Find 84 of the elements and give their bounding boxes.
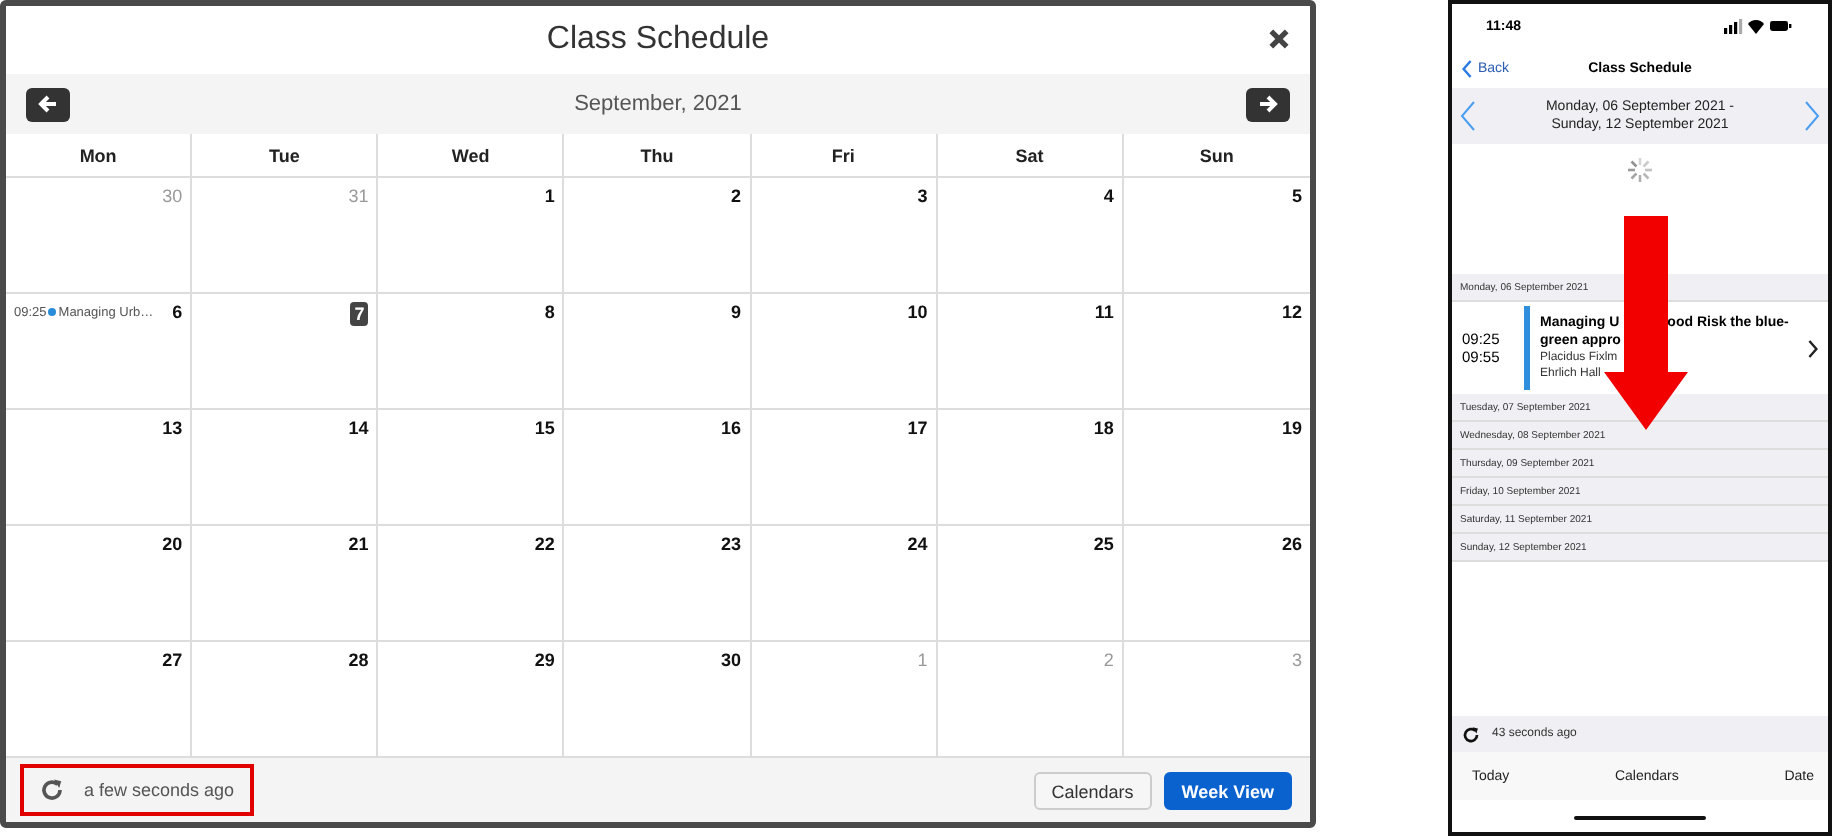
- day-number: 14: [348, 418, 369, 438]
- day-cell[interactable]: 24: [751, 526, 938, 642]
- day-cell[interactable]: 25: [937, 526, 1124, 642]
- day-cell[interactable]: 3: [751, 178, 938, 294]
- arrow-right-icon: [1257, 94, 1278, 114]
- day-cell[interactable]: 26: [1123, 526, 1310, 642]
- day-number: 30: [721, 650, 742, 670]
- day-number: 5: [1291, 186, 1302, 206]
- day-number: 12: [1281, 302, 1302, 322]
- day-number: 31: [348, 186, 369, 206]
- day-number: 6: [172, 302, 183, 322]
- weekday-header: Thu: [564, 134, 752, 178]
- day-number: 3: [1291, 650, 1302, 670]
- day-number: 1: [544, 186, 555, 206]
- weekday-header: Sat: [937, 134, 1124, 178]
- week-view-button[interactable]: Week View: [1163, 771, 1292, 809]
- arrow-left-icon: [38, 94, 58, 114]
- home-indicator: [1574, 816, 1706, 820]
- day-number: 29: [534, 650, 555, 670]
- chevron-right-icon: [1808, 339, 1818, 357]
- day-cell[interactable]: 4: [937, 178, 1124, 294]
- day-number: 19: [1281, 418, 1302, 438]
- day-cell[interactable]: 5: [1123, 178, 1310, 294]
- day-number: 23: [721, 534, 742, 554]
- day-cell[interactable]: 10: [751, 294, 938, 410]
- chevron-left-icon: [1462, 59, 1472, 77]
- day-number: 2: [731, 186, 742, 206]
- day-cell[interactable]: 15: [378, 410, 565, 526]
- day-cell[interactable]: 20: [6, 526, 193, 642]
- weekday-header: Sun: [1123, 134, 1310, 178]
- day-number: 22: [534, 534, 555, 554]
- day-number: 1: [917, 650, 928, 670]
- day-cell[interactable]: 14: [192, 410, 379, 526]
- refresh-icon[interactable]: [40, 778, 64, 802]
- day-number: 3: [917, 186, 928, 206]
- next-month-button[interactable]: [1245, 87, 1290, 121]
- loading-spinner-icon: [1626, 156, 1654, 184]
- day-number: 17: [907, 418, 928, 438]
- day-cell[interactable]: 7: [192, 294, 379, 410]
- refresh-icon[interactable]: [1462, 725, 1480, 743]
- day-number: 18: [1093, 418, 1114, 438]
- day-cell[interactable]: 21: [192, 526, 379, 642]
- day-number: 28: [348, 650, 369, 670]
- weekday-header: Wed: [378, 134, 565, 178]
- refresh-status: a few seconds ago: [84, 780, 235, 800]
- day-cell[interactable]: 23: [564, 526, 752, 642]
- day-number: 16: [721, 418, 742, 438]
- day-number: 7: [350, 302, 369, 326]
- day-cell[interactable]: 22: [378, 526, 565, 642]
- day-number: 4: [1103, 186, 1114, 206]
- day-number: 15: [534, 418, 555, 438]
- day-cell[interactable]: 17: [751, 410, 938, 526]
- day-cell[interactable]: 19: [1123, 410, 1310, 526]
- day-number: 21: [348, 534, 369, 554]
- month-label: September, 2021: [574, 92, 742, 116]
- close-icon[interactable]: [1268, 28, 1290, 50]
- day-number: 13: [162, 418, 183, 438]
- weekday-header: Tue: [192, 134, 379, 178]
- day-number: 30: [162, 186, 183, 206]
- day-cell[interactable]: 9: [564, 294, 752, 410]
- day-number: 8: [544, 302, 555, 322]
- day-number: 20: [162, 534, 183, 554]
- calendars-button[interactable]: Calendars: [1033, 771, 1152, 809]
- day-number: 2: [1103, 650, 1114, 670]
- day-cell[interactable]: 16: [564, 410, 752, 526]
- previous-month-button[interactable]: [26, 87, 70, 121]
- status-icons: [1724, 18, 1792, 34]
- day-cell[interactable]: 18: [937, 410, 1124, 526]
- day-number: 27: [162, 650, 183, 670]
- day-number: 25: [1093, 534, 1114, 554]
- day-cell[interactable]: 1: [378, 178, 565, 294]
- day-number: 9: [731, 302, 742, 322]
- weekday-header: Mon: [6, 134, 193, 178]
- day-cell[interactable]: 8: [378, 294, 565, 410]
- day-number: 24: [907, 534, 928, 554]
- day-cell[interactable]: 13: [6, 410, 193, 526]
- window-title: Class Schedule: [546, 22, 770, 58]
- day-number: 11: [1094, 302, 1114, 322]
- weekday-header: Fri: [751, 134, 938, 178]
- day-number: 10: [907, 302, 928, 322]
- day-number: 26: [1281, 534, 1302, 554]
- day-cell[interactable]: 2: [564, 178, 752, 294]
- day-cell[interactable]: 11: [937, 294, 1124, 410]
- day-cell[interactable]: 12: [1123, 294, 1310, 410]
